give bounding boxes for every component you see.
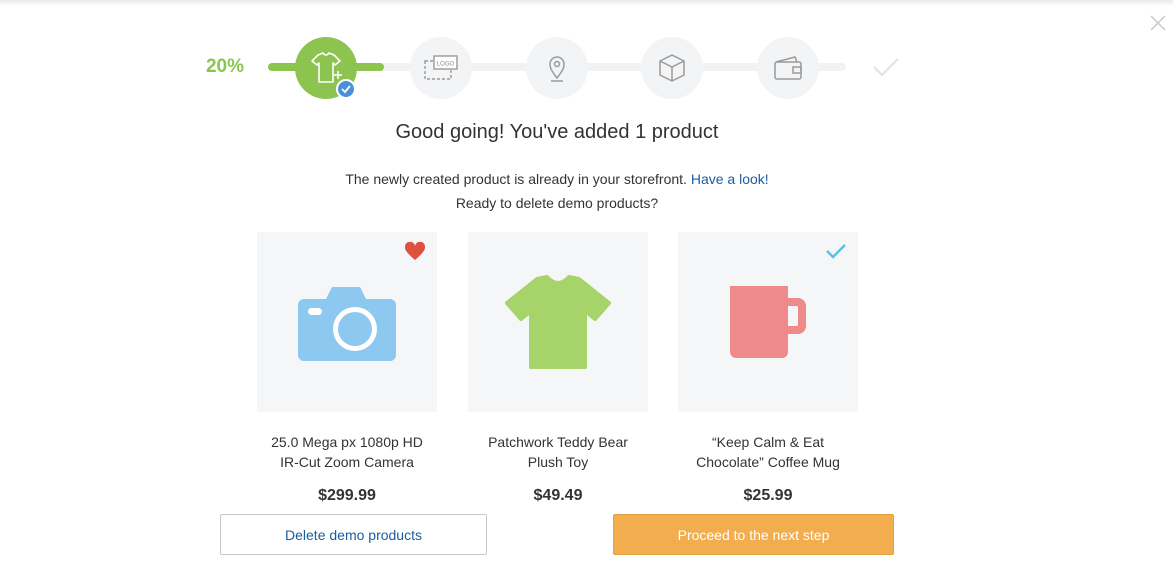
product-card-coffee-mug[interactable]: “Keep Calm & Eat Chocolate” Coffee Mug $… xyxy=(678,232,858,504)
heart-icon[interactable] xyxy=(404,242,426,262)
product-price: $299.99 xyxy=(318,487,376,504)
mug-icon xyxy=(730,286,806,358)
progress-percent: 20% xyxy=(205,56,245,77)
product-name[interactable]: 25.0 Mega px 1080p HD IR-Cut Zoom Camera xyxy=(242,432,452,472)
have-a-look-link[interactable]: Have a look! xyxy=(691,171,769,187)
delete-demo-products-button[interactable]: Delete demo products xyxy=(220,514,487,555)
box-icon xyxy=(659,54,685,82)
close-icon[interactable] xyxy=(1147,12,1169,34)
top-shadow xyxy=(0,0,1173,6)
product-name-line: Plush Toy xyxy=(527,454,589,470)
onboarding-dialog: 20% LOGO Good going! You've added 1 prod… xyxy=(0,0,1173,583)
product-price: $49.49 xyxy=(533,487,583,504)
step-add-product[interactable] xyxy=(295,37,357,99)
product-name[interactable]: “Keep Calm & Eat Chocolate” Coffee Mug xyxy=(663,432,873,472)
proceed-next-step-button[interactable]: Proceed to the next step xyxy=(613,514,894,555)
product-name-line: 25.0 Mega px 1080p HD xyxy=(271,434,423,450)
subtitle-text: The newly created product is already in … xyxy=(345,171,687,187)
completed-check-badge xyxy=(336,79,356,99)
step-shipping[interactable] xyxy=(641,37,703,99)
check-icon[interactable] xyxy=(825,242,847,260)
step-add-logo[interactable]: LOGO xyxy=(410,37,472,99)
product-card-teddy-bear[interactable]: Patchwork Teddy Bear Plush Toy $49.49 xyxy=(468,232,648,504)
svg-text:LOGO: LOGO xyxy=(437,62,455,68)
page-subtitle: The newly created product is already in … xyxy=(0,167,1114,215)
product-name-line: Chocolate” Coffee Mug xyxy=(696,454,840,470)
product-card-camera[interactable]: 25.0 Mega px 1080p HD IR-Cut Zoom Camera… xyxy=(257,232,437,504)
product-thumbnail xyxy=(468,232,648,412)
camera-icon xyxy=(298,287,396,361)
step-payment[interactable] xyxy=(757,37,819,99)
product-thumbnail xyxy=(678,232,858,412)
subtitle-line-2: Ready to delete demo products? xyxy=(455,195,659,211)
logo-icon: LOGO xyxy=(424,55,458,80)
tshirt-icon xyxy=(505,275,611,369)
subtitle-line-1: The newly created product is already in … xyxy=(0,167,1114,191)
check-icon xyxy=(341,85,351,94)
finish-check-icon xyxy=(873,58,899,77)
step-set-location[interactable] xyxy=(526,37,588,99)
product-thumbnail xyxy=(257,232,437,412)
page-title: Good going! You've added 1 product xyxy=(395,121,719,143)
product-name[interactable]: Patchwork Teddy Bear Plush Toy xyxy=(453,432,663,472)
wallet-icon xyxy=(774,56,802,80)
map-pin-icon xyxy=(549,56,565,82)
product-name-line: “Keep Calm & Eat xyxy=(711,434,825,450)
product-name-line: Patchwork Teddy Bear xyxy=(488,434,628,450)
product-name-line: IR-Cut Zoom Camera xyxy=(280,454,414,470)
product-price: $25.99 xyxy=(743,487,793,504)
